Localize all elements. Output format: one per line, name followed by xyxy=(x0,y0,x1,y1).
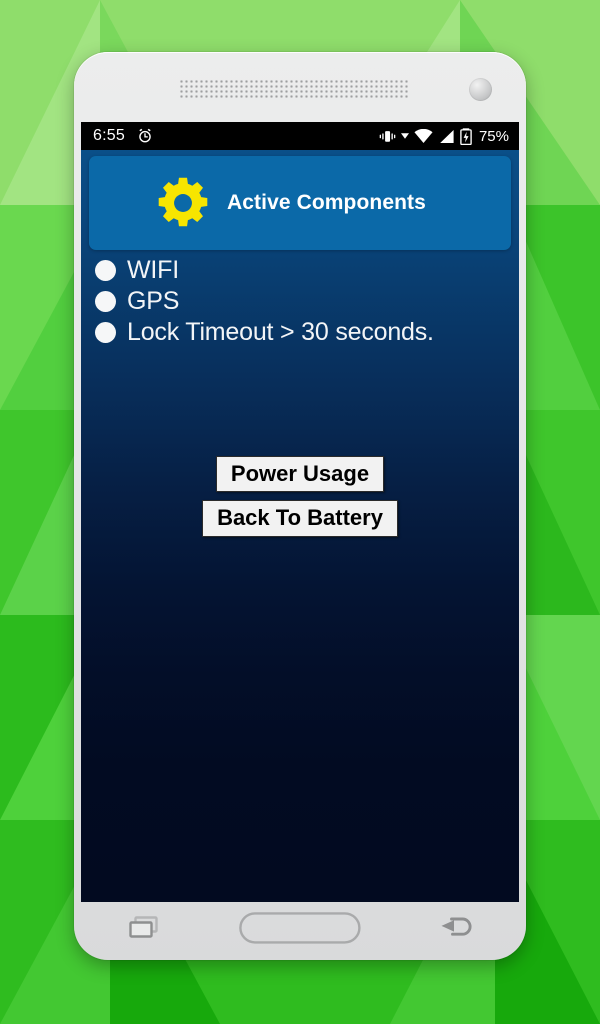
list-item: WIFI xyxy=(91,255,511,286)
action-buttons: Power Usage Back To Battery xyxy=(81,456,519,537)
app-header-card: Active Components xyxy=(89,156,511,250)
home-button[interactable] xyxy=(235,908,365,948)
back-to-battery-button[interactable]: Back To Battery xyxy=(202,500,398,537)
gear-icon xyxy=(156,176,210,230)
power-usage-button[interactable]: Power Usage xyxy=(215,456,385,493)
bullet-icon xyxy=(95,291,116,312)
phone-device: 6:55 75% Active Components WIFI GPS Lock… xyxy=(74,52,526,960)
vibrate-icon xyxy=(379,129,396,144)
battery-charging-icon xyxy=(460,127,472,145)
phone-screen: 6:55 75% Active Components WIFI GPS Lock… xyxy=(81,122,519,902)
back-button[interactable] xyxy=(421,908,491,948)
status-bar-left: 6:55 xyxy=(93,127,153,145)
list-item-label: Lock Timeout > 30 seconds. xyxy=(127,318,434,346)
bullet-icon xyxy=(95,260,116,281)
back-icon xyxy=(437,915,475,941)
status-bar: 6:55 75% xyxy=(81,122,519,150)
cellular-signal-icon xyxy=(438,129,455,144)
wifi-icon xyxy=(414,128,433,144)
list-item: GPS xyxy=(91,286,511,317)
navigation-bar xyxy=(81,902,519,954)
caret-down-icon xyxy=(400,133,409,139)
battery-percent-label: 75% xyxy=(478,127,509,145)
speaker-grille-icon xyxy=(180,80,410,100)
bullet-icon xyxy=(95,322,116,343)
list-item-label: WIFI xyxy=(127,256,179,284)
recents-icon xyxy=(128,915,160,941)
status-bar-clock: 6:55 xyxy=(93,127,125,144)
list-item: Lock Timeout > 30 seconds. xyxy=(91,317,511,348)
front-camera-icon xyxy=(469,78,492,101)
page-title: Active Components xyxy=(227,191,426,214)
home-icon xyxy=(239,912,361,944)
app-content: Active Components WIFI GPS Lock Timeout … xyxy=(81,150,519,902)
list-item-label: GPS xyxy=(127,287,180,315)
alarm-clock-icon xyxy=(137,128,153,144)
recents-button[interactable] xyxy=(109,908,179,948)
status-bar-right: 75% xyxy=(379,128,509,145)
active-components-list: WIFI GPS Lock Timeout > 30 seconds. xyxy=(91,255,511,348)
